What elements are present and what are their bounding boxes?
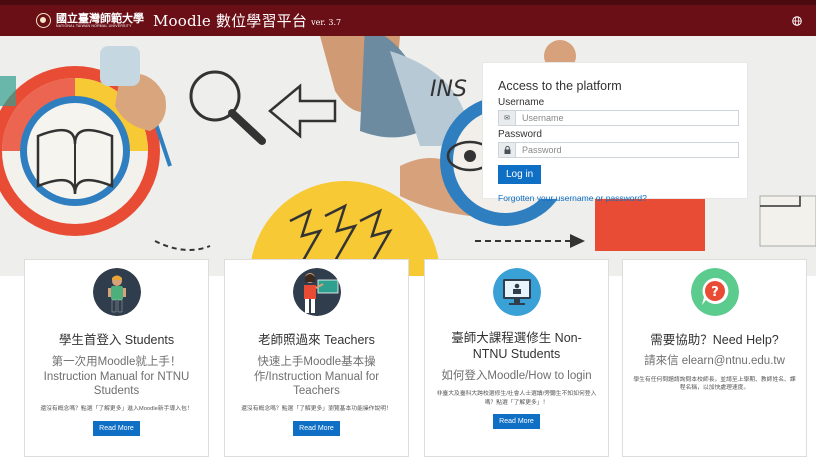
chalk-word: INS bbox=[430, 77, 467, 102]
card-title: 老師照過來 Teachers bbox=[258, 333, 375, 347]
password-group bbox=[498, 142, 739, 158]
lock-icon bbox=[498, 142, 515, 158]
envelope-icon: ✉ bbox=[498, 110, 515, 126]
password-label: Password bbox=[498, 129, 542, 140]
card-title: 需要協助？Need Help? bbox=[650, 333, 779, 347]
login-panel: Access to the platform Username ✉ Passwo… bbox=[482, 62, 748, 203]
student-icon bbox=[92, 268, 141, 316]
site-version: ver. 3.7 bbox=[311, 17, 342, 27]
card-subtitle: 第一次用Moodle就上手！Instruction Manual for NTN… bbox=[43, 356, 190, 397]
logo-chinese-name: 國立臺灣師範大學 bbox=[56, 11, 144, 25]
username-label: Username bbox=[498, 97, 545, 108]
login-button[interactable]: Log in bbox=[498, 165, 542, 184]
card-title: 學生首登入 Students bbox=[58, 333, 175, 347]
logo-english-name: NATIONAL TAIWAN NORMAL UNIVERSITY bbox=[56, 23, 132, 28]
help-card: ? 需要協助？Need Help? 請來信 elearn@ntnu.edu.tw… bbox=[622, 259, 807, 457]
svg-text:?: ? bbox=[711, 285, 719, 300]
read-more-button[interactable]: Read More bbox=[293, 421, 340, 437]
teachers-card: 老師照過來 Teachers 快速上手Moodle基本操作/Instructio… bbox=[224, 259, 409, 457]
non-ntnu-card: 臺師大課程選修生 Non-NTNU Students 如何登入Moodle/Ho… bbox=[424, 259, 609, 457]
navbar: 國立臺灣師範大學 NATIONAL TAIWAN NORMAL UNIVERSI… bbox=[0, 0, 816, 36]
computer-icon bbox=[492, 268, 541, 316]
card-description: 學生有任何問題請詢問本校師長，並請至上學期、教師姓名、課程名稱，以加快處理速度。 bbox=[633, 376, 796, 392]
card-subtitle: 快速上手Moodle基本操作/Instruction Manual for Te… bbox=[253, 356, 380, 397]
logo-text: 國立臺灣師範大學 NATIONAL TAIWAN NORMAL UNIVERSI… bbox=[56, 13, 144, 29]
username-input[interactable] bbox=[515, 110, 739, 126]
card-description: 還沒有概念嗎？點選「了解更多」瀏覽基本功能操作說明！ bbox=[241, 406, 392, 413]
forgot-password-link[interactable]: Forgotten your username or password? bbox=[498, 193, 739, 203]
read-more-button[interactable]: Read More bbox=[493, 414, 540, 430]
card-title: 臺師大課程選修生 Non-NTNU Students bbox=[451, 331, 582, 362]
university-seal-icon bbox=[36, 13, 51, 28]
site-name[interactable]: Moodle 數位學習平台 bbox=[153, 10, 307, 31]
password-input[interactable] bbox=[515, 142, 739, 158]
university-logo[interactable]: 國立臺灣師範大學 NATIONAL TAIWAN NORMAL UNIVERSI… bbox=[36, 13, 144, 29]
card-subtitle: 如何登入Moodle/How to login bbox=[441, 369, 592, 382]
help-icon: ? bbox=[690, 268, 739, 316]
login-title: Access to the platform bbox=[498, 79, 622, 93]
card-description: 非臺大及臺科大跨校選修生/社會人士選讀/旁聽生不知如何登入嗎？點選「了解更多」！ bbox=[436, 390, 597, 406]
globe-icon[interactable] bbox=[792, 16, 802, 26]
students-card: 學生首登入 Students 第一次用Moodle就上手！Instruction… bbox=[24, 259, 209, 457]
username-group: ✉ bbox=[498, 110, 739, 126]
read-more-button[interactable]: Read More bbox=[93, 421, 140, 437]
card-description: 還沒有概念嗎？點選「了解更多」進入Moodle新手導入包！ bbox=[40, 406, 193, 413]
teacher-icon bbox=[292, 268, 341, 316]
card-subtitle: 請來信 elearn@ntnu.edu.tw bbox=[644, 355, 785, 368]
